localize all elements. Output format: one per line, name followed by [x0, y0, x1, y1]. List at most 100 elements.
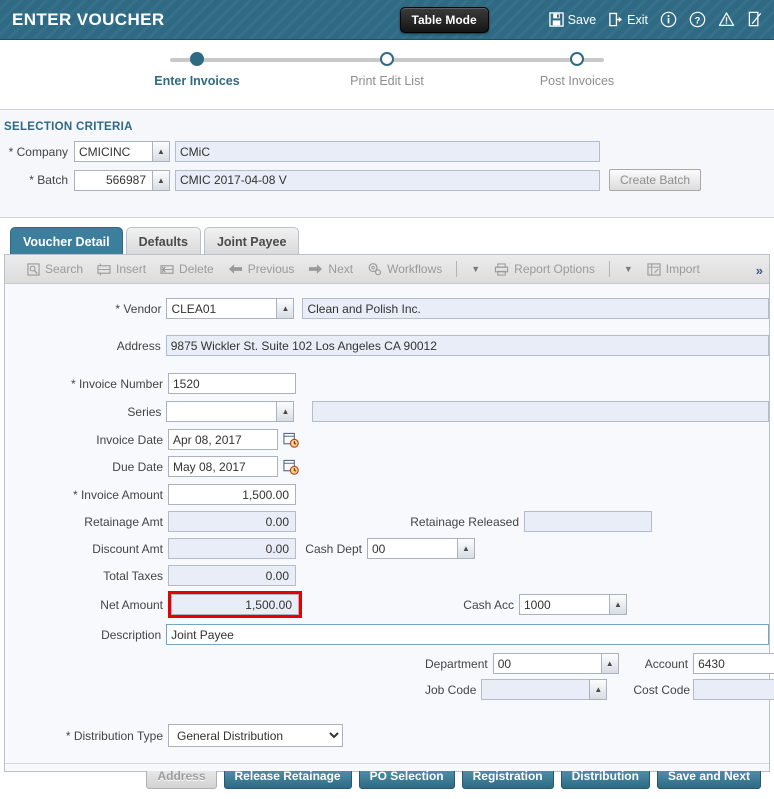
description-input[interactable]	[166, 624, 769, 645]
total-taxes-label: Total Taxes	[103, 568, 163, 583]
toolbar-divider	[456, 261, 458, 277]
exit-button[interactable]: Exit	[608, 12, 648, 27]
import-grid-icon	[647, 262, 661, 276]
toolbar-workflows-button[interactable]: Workflows	[367, 262, 442, 276]
account-field[interactable]: ▲	[693, 653, 774, 674]
toolbar-workflows-label: Workflows	[387, 262, 443, 276]
retainage-amt-display	[168, 511, 296, 532]
address-label: Address	[116, 338, 161, 353]
series-label: Series	[127, 404, 162, 419]
due-date-input[interactable]	[168, 456, 278, 477]
company-lov-button[interactable]: ▲	[152, 141, 170, 162]
step-dot-icon	[190, 52, 204, 66]
department-input[interactable]	[492, 653, 601, 674]
vendor-code-field[interactable]: ▲	[166, 298, 295, 319]
toolbar-next-label: Next	[328, 262, 354, 276]
toolbar-previous-button[interactable]: Previous	[228, 262, 295, 276]
step-label: Enter Invoices	[154, 74, 240, 88]
series-lov-button[interactable]: ▲	[276, 401, 295, 422]
cash-acc-field[interactable]: ▲	[519, 594, 627, 615]
toolbar-insert-button[interactable]: Insert	[97, 262, 146, 276]
vendor-lov-button[interactable]: ▲	[276, 298, 295, 319]
batch-number-field[interactable]: ▲	[74, 169, 170, 191]
cash-acc-input[interactable]	[519, 594, 609, 615]
job-code-lov-button[interactable]: ▲	[589, 679, 608, 700]
toolbar-next-button[interactable]: Next	[308, 262, 353, 276]
company-code-field[interactable]: ▲	[74, 141, 170, 162]
net-amount-highlight-box	[168, 591, 302, 618]
insert-row-icon	[97, 262, 111, 276]
series-input[interactable]	[166, 401, 277, 422]
cash-acc-label: Cash Acc	[463, 597, 514, 612]
distribution-type-label: * Distribution Type	[65, 728, 163, 743]
tab-voucher-detail[interactable]: Voucher Detail	[10, 227, 123, 255]
toolbar-delete-button[interactable]: Delete	[160, 262, 214, 276]
table-mode-button[interactable]: Table Mode	[399, 6, 489, 33]
stepper-items: Enter Invoices Print Edit List Post Invo…	[122, 52, 652, 88]
net-amount-display	[171, 594, 299, 615]
cash-acc-lov-button[interactable]: ▲	[609, 594, 627, 615]
due-date-label: Due Date	[112, 459, 163, 474]
cost-code-input	[693, 679, 774, 700]
toolbar-import-button[interactable]: Import	[647, 262, 700, 276]
company-name-display	[175, 141, 600, 162]
department-account-row: Department ▲ Account ▲	[5, 653, 774, 674]
warning-button[interactable]	[718, 11, 735, 28]
total-taxes-display	[168, 565, 296, 586]
toolbar-search-button[interactable]: Search	[27, 262, 83, 276]
wizard-step-post-invoices[interactable]: Post Invoices	[502, 52, 652, 88]
tab-joint-payee[interactable]: Joint Payee	[203, 227, 300, 255]
address-display	[165, 335, 769, 356]
batch-lov-button[interactable]: ▲	[152, 169, 170, 191]
invoice-date-calendar-picker-icon[interactable]	[283, 432, 299, 448]
account-input[interactable]	[693, 653, 774, 674]
help-button[interactable]: ?	[689, 11, 706, 28]
invoice-date-input[interactable]	[168, 429, 278, 450]
distribution-type-row: * Distribution Type General Distribution	[5, 724, 769, 747]
description-label: Description	[101, 627, 162, 642]
header-actions: Save Exit ?	[548, 11, 764, 28]
department-field[interactable]: ▲	[492, 653, 619, 674]
series-field[interactable]: ▲	[166, 401, 295, 422]
job-code-input	[481, 679, 590, 700]
create-batch-button[interactable]: Create Batch	[609, 169, 702, 191]
cash-dept-input[interactable]	[367, 538, 457, 559]
cost-code-field[interactable]: ▲	[693, 679, 774, 700]
selection-criteria-section: SELECTION CRITERIA * Company ▲ * Batch ▲…	[0, 110, 774, 218]
step-dot-icon	[570, 52, 584, 66]
report-options-dropdown-caret-icon[interactable]: ▼	[624, 264, 633, 274]
record-toolbar: Search Insert Delete Previous Next Workf…	[5, 255, 769, 284]
cash-dept-lov-button[interactable]: ▲	[457, 538, 475, 559]
vendor-code-input[interactable]	[166, 298, 277, 319]
notes-button[interactable]	[747, 11, 764, 28]
tab-defaults[interactable]: Defaults	[125, 227, 201, 255]
exit-label: Exit	[627, 12, 648, 27]
app-header: ENTER VOUCHER Table Mode Save Exit ?	[0, 0, 774, 40]
job-code-field[interactable]: ▲	[481, 679, 608, 700]
company-code-input[interactable]	[74, 141, 152, 162]
toolbar-search-label: Search	[45, 262, 84, 276]
warning-icon	[718, 11, 735, 28]
step-label: Post Invoices	[539, 74, 615, 88]
batch-number-input[interactable]	[74, 169, 152, 191]
due-date-calendar-picker-icon[interactable]	[283, 459, 299, 475]
cash-dept-field[interactable]: ▲	[367, 538, 475, 559]
invoice-amount-input[interactable]	[168, 484, 296, 505]
invoice-number-input[interactable]	[168, 373, 296, 394]
vendor-row: * Vendor ▲	[5, 298, 769, 319]
department-lov-button[interactable]: ▲	[600, 653, 619, 674]
exit-door-icon	[608, 12, 623, 27]
retainage-released-label: Retainage Released	[410, 514, 519, 529]
save-disk-icon	[548, 12, 564, 27]
wizard-step-enter-invoices[interactable]: Enter Invoices	[122, 52, 272, 88]
batch-description-display	[175, 169, 600, 191]
workflows-dropdown-caret-icon[interactable]: ▼	[471, 264, 480, 274]
toolbar-previous-label: Previous	[247, 262, 295, 276]
distribution-type-select[interactable]: General Distribution	[168, 724, 343, 747]
wizard-step-print-edit-list[interactable]: Print Edit List	[312, 52, 462, 88]
toolbar-overflow-button[interactable]: »	[756, 263, 763, 278]
toolbar-delete-label: Delete	[179, 262, 214, 276]
save-button[interactable]: Save	[548, 12, 596, 27]
info-button[interactable]	[660, 11, 677, 28]
toolbar-report-options-button[interactable]: Report Options	[494, 262, 595, 276]
